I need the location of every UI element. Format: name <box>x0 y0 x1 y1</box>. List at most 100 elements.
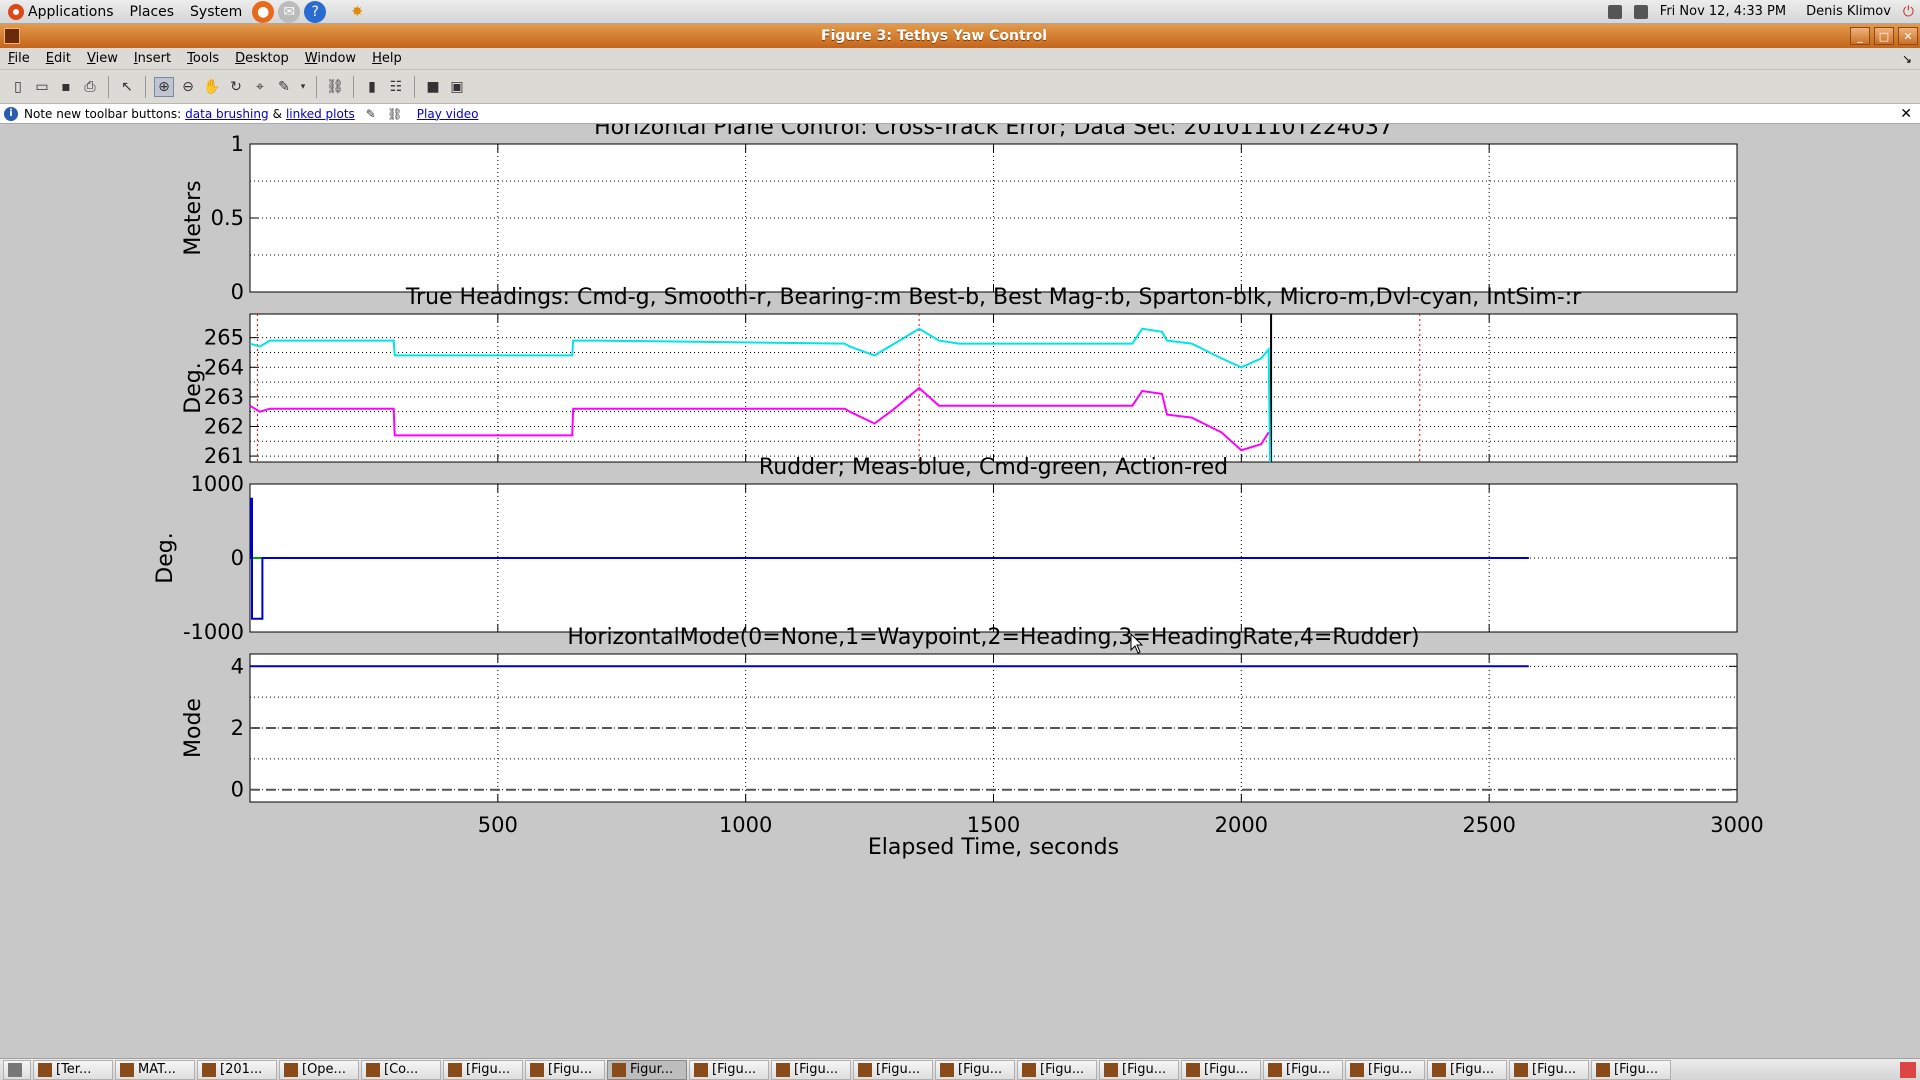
taskbar-item-label: [Figu... <box>1040 1062 1085 1077</box>
trash-icon[interactable] <box>1900 1061 1916 1078</box>
y-tick-label: 4 <box>231 654 244 678</box>
menu-file[interactable]: File <box>0 51 38 66</box>
applications-menu[interactable]: Applications <box>0 0 122 24</box>
menu-window[interactable]: Window <box>297 51 364 66</box>
taskbar-item[interactable]: [Figu... <box>1263 1059 1343 1080</box>
print-figure-icon[interactable]: ⎙ <box>80 77 100 97</box>
taskbar-item-label: [Figu... <box>1614 1062 1659 1077</box>
taskbar-item-icon <box>858 1062 872 1077</box>
taskbar-item-label: [Figu... <box>1368 1062 1413 1077</box>
power-icon[interactable]: ⏻ <box>1903 4 1914 20</box>
data-brushing-link[interactable]: data brushing <box>185 107 268 121</box>
help-launcher-icon[interactable]: ? <box>304 0 327 23</box>
taskbar-item-icon <box>776 1062 790 1077</box>
taskbar-item[interactable]: Figur... <box>607 1059 687 1080</box>
taskbar-item[interactable]: [Figu... <box>1509 1059 1589 1080</box>
ubuntu-logo-icon <box>8 3 24 20</box>
taskbar-item-icon <box>694 1062 708 1077</box>
subplot-2: True Headings: Cmd-g, Smooth-r, Bearing-… <box>181 285 1738 468</box>
network-icon[interactable] <box>1607 4 1622 19</box>
taskbar-item[interactable]: MAT... <box>115 1059 195 1080</box>
toolbar-separator <box>353 75 354 98</box>
info-bar: i Note new toolbar buttons: data brushin… <box>0 104 1920 124</box>
insert-colorbar-icon[interactable]: ▮ <box>362 77 382 97</box>
zoom-out-icon[interactable]: ⊖ <box>178 77 198 97</box>
taskbar-item[interactable]: [Figu... <box>1099 1059 1179 1080</box>
figure-plots[interactable]: Horizontal Plane Control: Cross-Track Er… <box>0 124 1920 1058</box>
info-amp: & <box>272 106 282 121</box>
maximize-button[interactable]: □ <box>1874 27 1894 45</box>
places-menu[interactable]: Places <box>122 0 183 24</box>
x-tick-label: 500 <box>478 813 518 837</box>
taskbar-item[interactable]: [Co... <box>361 1059 441 1080</box>
clock[interactable]: Fri Nov 12, 4:33 PM <box>1660 4 1786 19</box>
figure-canvas[interactable]: Horizontal Plane Control: Cross-Track Er… <box>0 124 1920 1058</box>
taskbar-item[interactable]: [Ope... <box>279 1059 359 1080</box>
taskbar-item[interactable]: [Figu... <box>689 1059 769 1080</box>
new-figure-icon[interactable]: ▯ <box>8 77 28 97</box>
taskbar-item[interactable]: [Figu... <box>1591 1059 1671 1080</box>
top-panel: Applications Places System ● ✉ ? ✸ Fri N… <box>0 0 1920 24</box>
y-tick-label: 264 <box>204 355 244 379</box>
taskbar-item[interactable]: [Figu... <box>443 1059 523 1080</box>
y-tick-label: 0 <box>231 280 244 304</box>
axes-box <box>249 143 1738 293</box>
taskbar-item-label: [Figu... <box>1450 1062 1495 1077</box>
link-plot-icon[interactable]: ⛓ <box>325 77 345 97</box>
taskbar-item-icon <box>1022 1062 1036 1077</box>
data-cursor-icon[interactable]: ⌖ <box>250 77 270 97</box>
taskbar-item[interactable]: [Figu... <box>1427 1059 1507 1080</box>
taskbar-item[interactable]: [Figu... <box>853 1059 933 1080</box>
menu-edit[interactable]: Edit <box>38 51 79 66</box>
taskbar-item[interactable]: [Figu... <box>771 1059 851 1080</box>
taskbar-item[interactable]: [Ter... <box>33 1059 113 1080</box>
taskbar-item[interactable]: [Figu... <box>1181 1059 1261 1080</box>
toolbar-separator <box>145 75 146 98</box>
hide-plot-tools-icon[interactable]: ■ <box>423 77 443 97</box>
matlab-window-icon[interactable] <box>4 28 20 44</box>
save-figure-icon[interactable]: ▪ <box>56 77 76 97</box>
plot-title: HorizontalMode(0=None,1=Waypoint,2=Headi… <box>567 625 1419 650</box>
close-info-bar-icon[interactable]: ✕ <box>1900 106 1912 122</box>
open-file-icon[interactable]: ▭ <box>32 77 52 97</box>
show-plot-tools-icon[interactable]: ▣ <box>447 77 467 97</box>
mail-launcher-icon[interactable]: ✉ <box>278 0 301 23</box>
window-title: Figure 3: Tethys Yaw Control <box>821 28 1047 44</box>
y-tick-label: 0 <box>231 778 244 802</box>
play-video-link[interactable]: Play video <box>417 107 479 121</box>
pan-hand-icon[interactable]: ✋ <box>202 77 222 97</box>
system-menu[interactable]: System <box>182 0 250 24</box>
volume-icon[interactable] <box>1633 4 1648 19</box>
taskbar-item-icon <box>120 1062 134 1077</box>
menu-insert[interactable]: Insert <box>126 51 179 66</box>
minimize-button[interactable]: _ <box>1850 27 1870 45</box>
firefox-launcher-icon[interactable]: ● <box>252 0 275 23</box>
zoom-in-icon[interactable]: ⊕ <box>154 76 174 97</box>
menu-help[interactable]: Help <box>364 51 410 66</box>
insert-legend-icon[interactable]: ☷ <box>386 77 406 97</box>
brush-icon: ✎ <box>365 106 376 121</box>
user-name[interactable]: Denis Klimov <box>1806 4 1891 19</box>
brush-dropdown-icon[interactable]: ▾ <box>298 77 308 97</box>
x-tick-label: 2000 <box>1215 813 1268 837</box>
taskbar-item-icon <box>1514 1062 1528 1077</box>
show-desktop-button[interactable] <box>3 1059 31 1080</box>
taskbar-item[interactable]: [Figu... <box>525 1059 605 1080</box>
menu-tools[interactable]: Tools <box>179 51 227 66</box>
window-title-bar[interactable]: Figure 3: Tethys Yaw Control _ □ ✕ <box>0 24 1920 48</box>
close-window-button[interactable]: ✕ <box>1898 27 1918 45</box>
brush-data-icon[interactable]: ✎ <box>274 77 294 97</box>
taskbar-item[interactable]: [201... <box>197 1059 277 1080</box>
rotate-3d-icon[interactable]: ↻ <box>226 77 246 97</box>
taskbar-item[interactable]: [Figu... <box>1345 1059 1425 1080</box>
edit-plot-arrow-icon[interactable]: ↖ <box>117 77 137 97</box>
linked-plots-link[interactable]: linked plots <box>286 107 355 121</box>
menu-desktop[interactable]: Desktop <box>227 51 297 66</box>
toolbar-separator <box>414 75 415 98</box>
update-notifier-icon[interactable]: ✸ <box>346 1 368 23</box>
taskbar-item[interactable]: [Figu... <box>1017 1059 1097 1080</box>
taskbar-item[interactable]: [Figu... <box>935 1059 1015 1080</box>
dock-figure-icon[interactable]: ↘ <box>1902 52 1912 66</box>
y-axis-label: Deg. <box>153 532 178 583</box>
menu-view[interactable]: View <box>79 51 126 66</box>
